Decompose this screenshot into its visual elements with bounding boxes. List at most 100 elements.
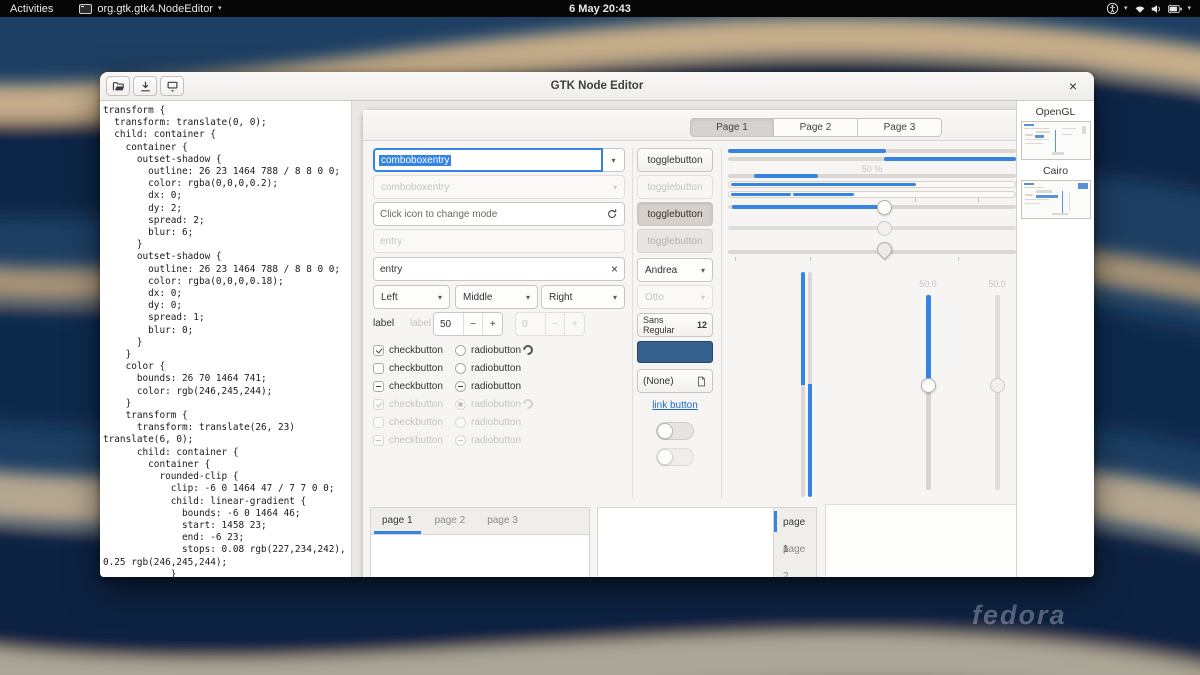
chevron-down-icon: ▾ — [700, 265, 705, 275]
checkbutton[interactable]: checkbutton — [373, 378, 443, 394]
scale-mark — [915, 198, 916, 202]
progress-segment — [793, 193, 854, 196]
switch-off-disabled — [656, 448, 694, 466]
togglebutton[interactable]: togglebutton — [637, 148, 713, 172]
notebook-tab-page2[interactable]: page 2 — [424, 508, 477, 534]
comboboxentry-disabled: comboboxentry ▾ — [373, 175, 625, 199]
selected-text: comboboxentry — [379, 154, 452, 166]
icon-mode-entry[interactable]: Click icon to change mode — [373, 202, 625, 226]
tab-page1[interactable]: Page 1 — [690, 118, 774, 137]
radio-icon — [455, 380, 466, 392]
export-display-button[interactable] — [160, 76, 184, 96]
entry-disabled-text: entry — [380, 235, 403, 247]
notebook-top-tabs: page 1 page 2 page 3 — [370, 507, 590, 577]
spin-value[interactable]: 50 — [434, 313, 463, 335]
togglebutton-pressed[interactable]: togglebutton — [637, 202, 713, 226]
vscale-disabled-slider — [990, 378, 1005, 393]
spin-minus-button: − — [544, 313, 565, 335]
combo-value: Andrea — [645, 264, 678, 276]
fedora-watermark: fedora — [972, 600, 1067, 630]
text-view-panel[interactable] — [825, 504, 1016, 577]
hscale-marks-slider[interactable] — [873, 238, 896, 261]
accessibility-menu[interactable]: ▾ — [1106, 2, 1127, 15]
spin-value: 0 — [522, 318, 528, 330]
radiobutton-disabled: radiobutton — [455, 396, 521, 412]
combo-left[interactable]: Left ▾ — [373, 285, 450, 309]
checkbutton[interactable]: checkbutton — [373, 342, 443, 358]
file-chooser-value: (None) — [643, 375, 674, 387]
app-window-icon — [79, 3, 93, 14]
chevron-down-icon: ▾ — [525, 292, 530, 302]
radio-icon — [455, 434, 466, 446]
side-tab-page2[interactable]: page 2 — [774, 535, 816, 577]
radio-icon — [455, 416, 466, 428]
checkbutton-label: checkbutton — [389, 344, 443, 356]
notebook-tab-page3[interactable]: page 3 — [476, 508, 529, 534]
checkbutton-label: checkbutton — [389, 416, 443, 428]
close-button[interactable]: × — [1062, 75, 1084, 97]
font-size: 12 — [696, 320, 707, 330]
comboboxentry[interactable]: comboboxentry ▾ — [373, 148, 625, 172]
switch-off[interactable] — [656, 422, 694, 440]
open-folder-icon — [112, 81, 124, 90]
refresh-icon-button[interactable] — [606, 208, 618, 220]
progress-segment — [731, 193, 791, 196]
rendered-window: Page 1 Page 2 Page 3 comboboxentry ▾ com… — [363, 110, 1016, 577]
radiobutton[interactable]: radiobutton — [455, 360, 521, 376]
name-combobox[interactable]: Andrea ▾ — [637, 258, 713, 282]
side-tab-page1[interactable]: page 1 — [774, 508, 816, 555]
spin-minus-button[interactable]: − — [462, 313, 483, 335]
combo-middle[interactable]: Middle ▾ — [455, 285, 538, 309]
entry-text: entry — [380, 263, 403, 275]
node-code-editor[interactable]: transform { transform: translate(0, 0); … — [100, 101, 352, 577]
file-chooser-button[interactable]: (None) — [637, 369, 713, 393]
gnome-top-bar: Activities org.gtk.gtk4.NodeEditor ▾ 6 M… — [0, 0, 1200, 17]
checkbox-icon — [373, 398, 384, 410]
page-switcher: Page 1 Page 2 Page 3 — [690, 118, 942, 137]
opengl-render-thumbnail[interactable] — [1020, 121, 1091, 160]
tab-page2[interactable]: Page 2 — [774, 118, 858, 137]
spinbutton[interactable]: 50 − + — [433, 312, 503, 336]
system-status-menu[interactable]: ▾ — [1134, 4, 1191, 14]
comboboxentry-field[interactable]: comboboxentry — [373, 148, 603, 172]
radiobutton-label: radiobutton — [471, 380, 522, 392]
dropdown-button[interactable]: ▾ — [603, 148, 625, 172]
tab-page3[interactable]: Page 3 — [858, 118, 942, 137]
text-entry[interactable]: entry × — [373, 257, 625, 281]
rendered-headerbar: Page 1 Page 2 Page 3 — [363, 110, 1016, 141]
combo-right[interactable]: Right ▾ — [541, 285, 625, 309]
activities-button[interactable]: Activities — [10, 3, 53, 15]
vscale-slider[interactable] — [921, 378, 936, 393]
font-button[interactable]: Sans Regular 12 — [637, 313, 713, 337]
cairo-render-thumbnail[interactable] — [1020, 180, 1091, 219]
color-button[interactable] — [637, 341, 713, 363]
save-button[interactable] — [133, 76, 157, 96]
spinner-icon — [520, 342, 536, 358]
checkbox-icon — [373, 434, 384, 446]
label-disabled: label — [410, 318, 432, 329]
notebook-tab-page1[interactable]: page 1 — [371, 508, 424, 534]
display-export-icon — [167, 81, 177, 92]
clear-entry-button[interactable]: × — [611, 262, 618, 276]
spinbutton-disabled: 0 − + — [515, 312, 585, 336]
titlebar[interactable]: GTK Node Editor × — [100, 72, 1094, 101]
scale-mark — [735, 257, 736, 261]
checkbutton-disabled: checkbutton — [373, 414, 443, 430]
clock-button[interactable]: 6 May 20:43 — [569, 3, 631, 15]
entry-disabled: entry — [373, 229, 625, 253]
checkbutton[interactable]: checkbutton — [373, 360, 443, 376]
spin-plus-button[interactable]: + — [482, 313, 502, 335]
chevron-down-icon: ▾ — [217, 5, 222, 12]
link-button[interactable]: link button — [652, 400, 698, 411]
chevron-down-icon: ▾ — [1187, 5, 1191, 12]
checkbutton-label: checkbutton — [389, 398, 443, 410]
font-name: Sans Regular — [643, 315, 675, 335]
check-radio-row-disabled: checkbutton radiobutton — [373, 396, 625, 412]
open-button[interactable] — [106, 76, 130, 96]
hscale-slider[interactable] — [877, 200, 892, 215]
radiobutton[interactable]: radiobutton — [455, 342, 521, 358]
app-menu-button[interactable]: org.gtk.gtk4.NodeEditor ▾ — [79, 3, 222, 15]
chevron-down-icon: ▾ — [437, 292, 442, 302]
label: label — [373, 318, 395, 329]
radiobutton[interactable]: radiobutton — [455, 378, 521, 394]
